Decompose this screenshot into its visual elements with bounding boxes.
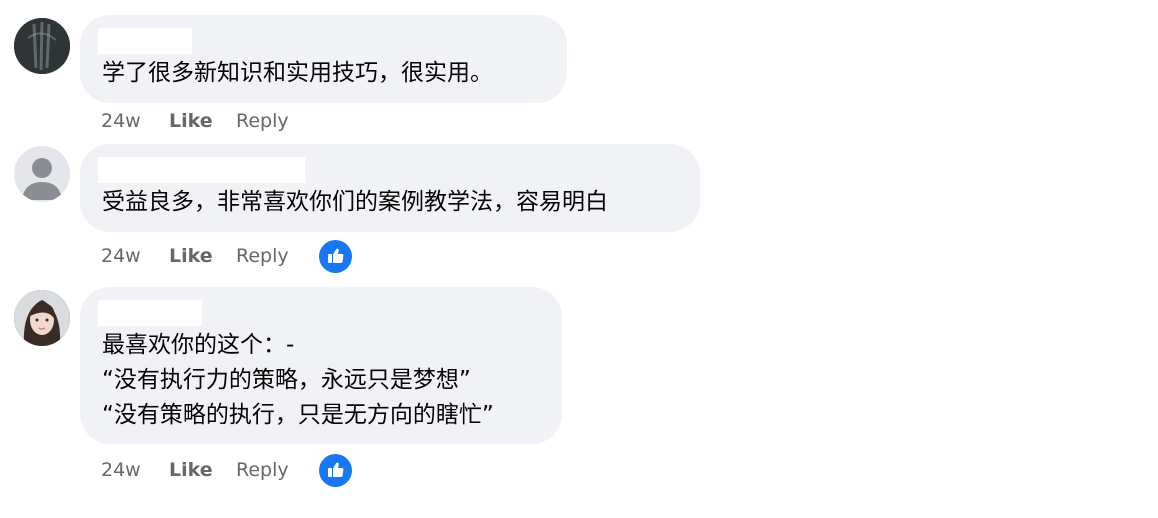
author-name-redacted[interactable] [98,28,192,54]
like-icon [327,248,343,263]
avatar[interactable] [14,18,70,74]
timestamp[interactable]: 24w [101,459,169,481]
timestamp[interactable]: 24w [101,110,169,132]
like-icon [327,462,343,477]
author-name-redacted[interactable] [98,157,305,183]
timestamp[interactable]: 24w [101,245,169,267]
default-avatar-icon [14,146,70,202]
comment-text-line: “没有执行力的策略，永远只是梦想” [102,367,471,393]
comment-text-line: “没有策略的执行，只是无方向的瞎忙” [102,402,494,428]
reply-button[interactable]: Reply [236,110,319,132]
comment-text-line: 学了很多新知识和实用技巧，很实用。 [102,60,493,86]
avatar[interactable] [14,290,70,346]
comment-text-line: 最喜欢你的这个：- [102,332,295,358]
avatar-image [14,18,70,74]
comment-actions: 24w Like Reply [101,239,352,273]
like-button[interactable]: Like [169,245,236,267]
reaction-badge[interactable] [319,239,352,273]
comment-bubble: 最喜欢你的这个：- “没有执行力的策略，永远只是梦想” “没有策略的执行，只是无… [80,287,562,444]
comment-actions: 24w Like Reply [101,107,319,135]
like-button[interactable]: Like [169,110,236,132]
comment-text-line: 受益良多，非常喜欢你们的案例教学法，容易明白 [102,189,608,215]
comment-bubble: 学了很多新知识和实用技巧，很实用。 [80,15,567,103]
comment-actions: 24w Like Reply [101,453,352,487]
like-button[interactable]: Like [169,459,236,481]
reaction-badge[interactable] [319,453,352,487]
avatar-image [14,290,70,346]
author-name-redacted[interactable] [98,300,202,326]
avatar[interactable] [14,146,70,202]
reply-button[interactable]: Reply [236,459,319,481]
reply-button[interactable]: Reply [236,245,319,267]
comment-bubble: 受益良多，非常喜欢你们的案例教学法，容易明白 [80,144,700,232]
